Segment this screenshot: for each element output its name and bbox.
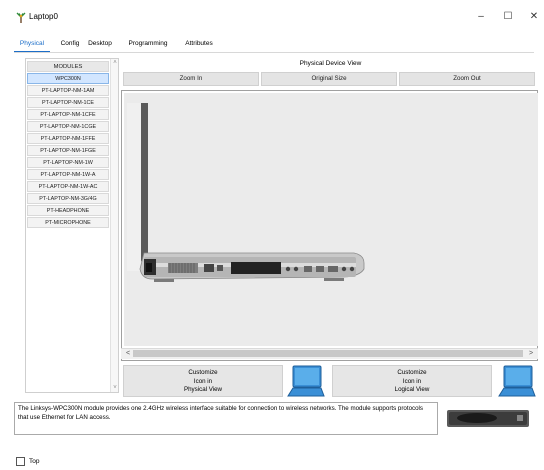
module-item[interactable]: PT-LAPTOP-NM-1W-A: [27, 169, 109, 180]
zoom-out-button[interactable]: Zoom Out: [399, 72, 535, 86]
zoom-in-button[interactable]: Zoom In: [123, 72, 259, 86]
original-size-button[interactable]: Original Size: [261, 72, 397, 86]
customize-physical-icon-button[interactable]: Customize Icon in Physical View: [123, 365, 283, 397]
title-bar: [0, 0, 544, 30]
customize-label: Icon in: [193, 377, 213, 385]
packet-tracer-app-icon: [16, 12, 26, 23]
module-item-wpc300n[interactable]: WPC300N: [27, 73, 109, 84]
module-item[interactable]: PT-LAPTOP-NM-3G/4G: [27, 193, 109, 204]
customize-label: Customize: [397, 369, 427, 376]
tab-physical[interactable]: Physical: [14, 38, 50, 53]
modules-header: MODULES: [27, 61, 109, 72]
tab-desktop[interactable]: Desktop: [82, 38, 118, 51]
horizontal-scroll-thumb[interactable]: [133, 350, 523, 357]
customize-logical-icon-button[interactable]: Customize Icon in Logical View: [332, 365, 492, 397]
tab-bar: Physical Config Desktop Programming Attr…: [14, 38, 534, 53]
minimize-button[interactable]: –: [467, 6, 495, 28]
scroll-left-icon[interactable]: <: [123, 348, 133, 359]
module-item[interactable]: PT-LAPTOP-NM-1FGE: [27, 145, 109, 156]
module-list: MODULES WPC300N PT-LAPTOP-NM-1AM PT-LAPT…: [27, 61, 109, 229]
module-item[interactable]: PT-LAPTOP-NM-1FFE: [27, 133, 109, 144]
top-checkbox[interactable]: [16, 457, 25, 466]
wireless-card-image: [443, 403, 533, 433]
customize-label: Logical View: [394, 386, 430, 393]
customize-label: Physical View: [183, 386, 223, 393]
window-title: Laptop0: [29, 12, 58, 21]
scroll-up-icon[interactable]: ˄: [111, 59, 119, 67]
device-canvas[interactable]: [124, 93, 538, 346]
laptop-side-image: [127, 103, 365, 282]
top-label: Top: [29, 458, 40, 465]
tab-config[interactable]: Config: [55, 38, 85, 51]
module-item[interactable]: PT-LAPTOP-NM-1W: [27, 157, 109, 168]
module-list-scrollbar[interactable]: ˄ ˅: [110, 59, 118, 392]
laptop-icon: [498, 365, 536, 397]
module-item[interactable]: PT-LAPTOP-NM-1AM: [27, 85, 109, 96]
scroll-down-icon[interactable]: ˅: [111, 384, 119, 392]
maximize-button[interactable]: ☐: [494, 6, 522, 28]
customize-label: Customize: [188, 369, 218, 376]
module-item[interactable]: PT-MICROPHONE: [27, 217, 109, 228]
module-item[interactable]: PT-LAPTOP-NM-1CE: [27, 97, 109, 108]
tab-attributes[interactable]: Attributes: [179, 38, 219, 51]
tab-programming[interactable]: Programming: [124, 38, 172, 51]
close-button[interactable]: ✕: [520, 6, 544, 28]
customize-label: Icon in: [402, 377, 422, 385]
laptop-icon: [287, 365, 325, 397]
tab-divider: [14, 52, 534, 53]
module-item[interactable]: PT-LAPTOP-NM-1CGE: [27, 121, 109, 132]
module-item[interactable]: PT-LAPTOP-NM-1CFE: [27, 109, 109, 120]
module-description: The Linksys-WPC300N module provides one …: [14, 402, 438, 435]
scroll-right-icon[interactable]: >: [526, 348, 536, 359]
module-item[interactable]: PT-HEADPHONE: [27, 205, 109, 216]
module-item[interactable]: PT-LAPTOP-NM-1W-AC: [27, 181, 109, 192]
device-view-title: Physical Device View: [299, 60, 362, 67]
